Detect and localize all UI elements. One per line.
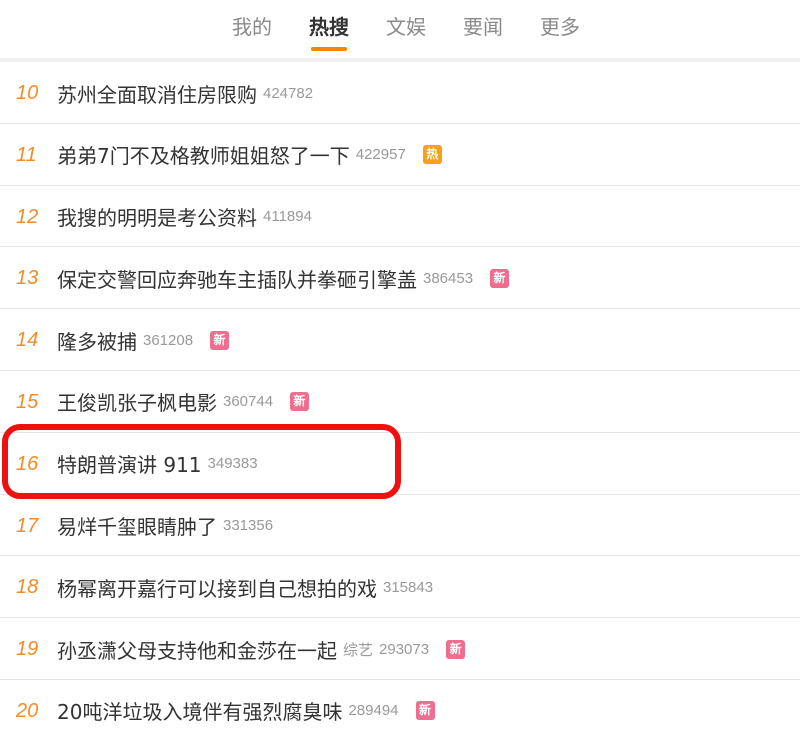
rank-number: 16 xyxy=(16,452,39,475)
topic-title[interactable]: 20吨洋垃圾入境伴有强烈腐臭味 xyxy=(57,696,342,725)
new-badge: 新 xyxy=(290,392,310,412)
heat-count: 361208 xyxy=(143,331,194,349)
topic-title[interactable]: 易烊千玺眼睛肿了 xyxy=(57,511,217,540)
heat-count: 293073 xyxy=(379,640,430,658)
topic-title[interactable]: 孙丞潇父母支持他和金莎在一起 xyxy=(57,635,337,664)
hot-search-item[interactable]: 11 弟弟7门不及格教师姐姐怒了一下 422957 热 xyxy=(0,124,800,186)
hot-search-item[interactable]: 16 特朗普演讲 911 349383 xyxy=(0,433,800,495)
heat-count: 422957 xyxy=(355,146,406,164)
hot-badge: 热 xyxy=(422,145,442,165)
rank-number: 11 xyxy=(16,143,37,166)
topic-title[interactable]: 弟弟7门不及格教师姐姐怒了一下 xyxy=(57,140,350,169)
heat-count: 386453 xyxy=(423,269,474,287)
hot-search-item[interactable]: 10 苏州全面取消住房限购 424782 xyxy=(0,62,800,124)
heat-count: 424782 xyxy=(263,84,314,102)
heat-count: 360744 xyxy=(223,393,274,411)
rank-number: 15 xyxy=(16,390,39,413)
topic-title[interactable]: 王俊凯张子枫电影 xyxy=(57,387,217,416)
topic-title[interactable]: 我搜的明明是考公资料 xyxy=(57,202,257,231)
rank-number: 18 xyxy=(16,576,39,599)
hot-search-item[interactable]: 12 我搜的明明是考公资料 411894 xyxy=(0,186,800,248)
new-badge: 新 xyxy=(490,268,510,288)
topic-title[interactable]: 苏州全面取消住房限购 xyxy=(57,79,257,108)
tab-entertainment[interactable]: 文娱 xyxy=(386,13,426,41)
category-label: 综艺 xyxy=(343,640,374,659)
heat-count: 315843 xyxy=(383,578,434,596)
hot-search-list: 10 苏州全面取消住房限购 424782 11 弟弟7门不及格教师姐姐怒了一下 … xyxy=(0,62,800,733)
hot-search-item[interactable]: 18 杨幂离开嘉行可以接到自己想拍的戏 315843 xyxy=(0,556,800,619)
rank-number: 10 xyxy=(16,82,39,104)
hot-search-item[interactable]: 20 20吨洋垃圾入境伴有强烈腐臭味 289494 新 xyxy=(0,680,800,733)
rank-number: 17 xyxy=(16,514,39,537)
hot-search-item[interactable]: 17 易烊千玺眼睛肿了 331356 xyxy=(0,495,800,557)
category-tabs: 我的 热搜 文娱 要闻 更多 xyxy=(0,0,800,60)
topic-title[interactable]: 特朗普演讲 911 xyxy=(57,449,202,478)
tab-mine[interactable]: 我的 xyxy=(232,13,272,41)
new-badge: 新 xyxy=(210,330,230,350)
rank-number: 14 xyxy=(16,329,39,352)
rank-number: 12 xyxy=(16,205,39,228)
heat-count: 331356 xyxy=(223,517,274,535)
active-tab-indicator xyxy=(311,47,347,51)
topic-title[interactable]: 杨幂离开嘉行可以接到自己想拍的戏 xyxy=(57,573,377,602)
hot-search-item[interactable]: 14 隆多被捕 361208 新 xyxy=(0,309,800,371)
tab-news[interactable]: 要闻 xyxy=(463,13,503,41)
topic-title[interactable]: 保定交警回应奔驰车主插队并拳砸引擎盖 xyxy=(57,264,417,293)
rank-number: 13 xyxy=(16,267,39,290)
heat-count: 411894 xyxy=(263,208,312,226)
hot-search-item[interactable]: 19 孙丞潇父母支持他和金莎在一起 综艺 293073 新 xyxy=(0,618,800,680)
rank-number: 19 xyxy=(16,638,39,661)
tab-hot-search[interactable]: 热搜 xyxy=(309,13,349,41)
heat-count: 349383 xyxy=(207,455,258,473)
hot-search-item[interactable]: 15 王俊凯张子枫电影 360744 新 xyxy=(0,371,800,433)
topic-title[interactable]: 隆多被捕 xyxy=(57,326,137,355)
rank-number: 20 xyxy=(16,699,39,722)
new-badge: 新 xyxy=(415,701,435,721)
new-badge: 新 xyxy=(446,639,466,659)
heat-count: 289494 xyxy=(348,702,399,720)
tab-more[interactable]: 更多 xyxy=(540,13,580,41)
hot-search-item[interactable]: 13 保定交警回应奔驰车主插队并拳砸引擎盖 386453 新 xyxy=(0,247,800,310)
